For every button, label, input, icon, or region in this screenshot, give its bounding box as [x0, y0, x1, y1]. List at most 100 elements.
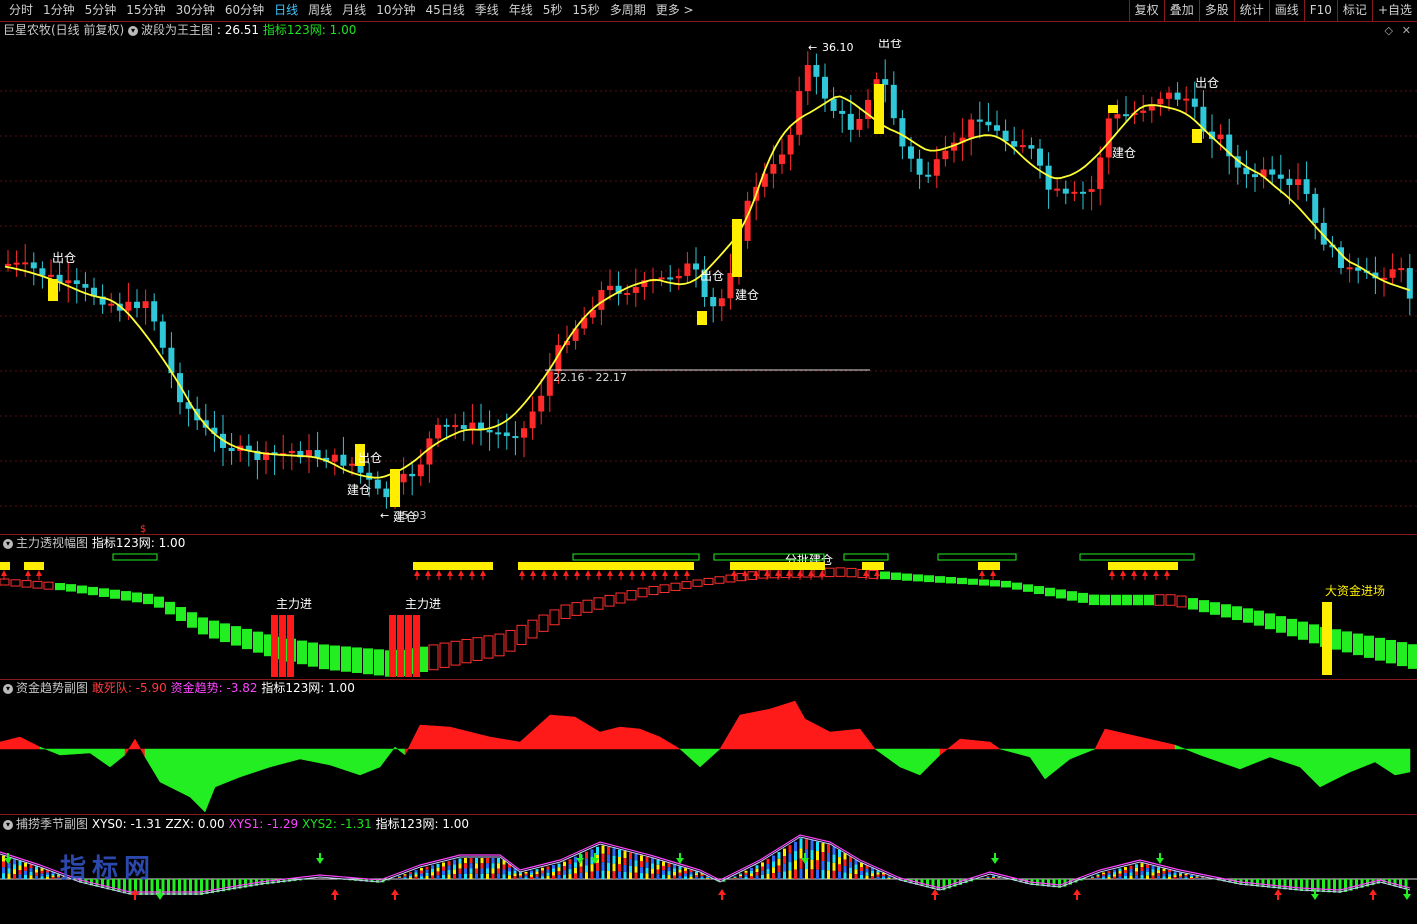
trend-block	[1045, 587, 1055, 597]
tool-button[interactable]: +自选	[1371, 0, 1417, 21]
tool-button[interactable]: F10	[1303, 0, 1337, 21]
candle-body	[822, 76, 828, 99]
close-icon[interactable]: ✕	[1402, 24, 1411, 37]
fund-area	[1394, 748, 1411, 776]
season-bar	[612, 855, 616, 864]
candle-body	[1312, 193, 1319, 223]
candle-body	[1217, 134, 1224, 140]
season-bar	[579, 866, 583, 873]
trend-block	[1243, 608, 1253, 623]
season-bar	[882, 877, 885, 879]
panel2-toggle-icon[interactable]: ▾	[3, 538, 13, 549]
signal-strip	[24, 562, 44, 570]
season-bar	[739, 873, 742, 875]
period-tab[interactable]: 30分钟	[171, 0, 220, 21]
period-tab[interactable]: 1分钟	[38, 0, 80, 21]
trend-block	[220, 623, 230, 643]
period-tab[interactable]: 更多 >	[651, 0, 699, 21]
season-bar	[733, 878, 737, 879]
candle-body	[426, 438, 433, 465]
zhulijin-label: 主力进	[405, 597, 441, 611]
season-bar	[772, 855, 775, 862]
season-bar	[1190, 878, 1193, 879]
tool-button[interactable]: 画线	[1268, 0, 1304, 21]
season-bar	[623, 872, 627, 879]
tool-button[interactable]: 叠加	[1163, 0, 1199, 21]
main-kline-chart[interactable]: 出仓出仓建仓建仓出仓建仓出仓建仓出仓36.10←15.93←22.16 - 22…	[0, 39, 1417, 534]
season-bar	[46, 874, 49, 877]
period-tab[interactable]: 年线	[504, 0, 538, 21]
tool-button[interactable]: 复权	[1128, 0, 1164, 21]
season-bar	[777, 858, 781, 866]
indicator-toggle-icon[interactable]: ▾	[128, 25, 139, 36]
fund-area	[1199, 748, 1241, 770]
panel4-chart[interactable]	[0, 833, 1417, 924]
trend-block	[1100, 594, 1110, 606]
tool-button[interactable]: 统计	[1233, 0, 1269, 21]
season-bar	[1283, 879, 1287, 890]
season-bar	[513, 876, 517, 879]
period-tab[interactable]: 日线	[269, 0, 303, 21]
season-bar	[777, 865, 781, 873]
panel2-title[interactable]: 主力透视幅图	[16, 536, 88, 550]
season-bar	[733, 876, 737, 877]
fund-area	[719, 714, 741, 750]
candle-body	[417, 464, 424, 477]
period-tab[interactable]: 45日线	[420, 0, 469, 21]
trend-block	[637, 587, 648, 598]
season-bar	[788, 870, 792, 879]
panel3-title[interactable]: 资金趋势副图	[16, 681, 88, 695]
season-bar	[414, 870, 418, 873]
season-bar	[1327, 879, 1331, 893]
period-tab[interactable]: 月线	[337, 0, 371, 21]
season-bar	[640, 855, 643, 862]
season-bar	[469, 863, 473, 869]
main-force-bar	[413, 615, 420, 677]
panel2-chart[interactable]: 主力进 主力进大资金进场分批建仓	[0, 552, 1417, 679]
trend-block	[1188, 598, 1198, 610]
trend-block	[979, 579, 989, 586]
season-bar	[700, 877, 704, 879]
season-bar	[552, 868, 555, 872]
tool-buttons: 复权 叠加 多股 统计 画线 F10 标记 +自选	[1128, 0, 1417, 21]
diamond-icon[interactable]: ◇	[1385, 24, 1393, 37]
season-bar	[1118, 873, 1122, 877]
down-arrow-icon	[991, 858, 999, 864]
season-bar	[865, 875, 869, 879]
signal-bar	[390, 469, 400, 507]
chucang-label: 出仓	[700, 269, 724, 283]
season-bar	[1113, 869, 1116, 873]
period-tab[interactable]: 多周期	[605, 0, 651, 21]
period-tab[interactable]: 5分钟	[80, 0, 122, 21]
period-tab[interactable]: 分时	[4, 0, 38, 21]
period-tab[interactable]: 季线	[470, 0, 504, 21]
tool-button[interactable]: 标记	[1336, 0, 1372, 21]
season-bar	[662, 865, 665, 871]
period-tab[interactable]: 周线	[303, 0, 337, 21]
panel4-title[interactable]: 捕捞季节副图	[16, 817, 88, 831]
trend-block	[121, 591, 131, 601]
panel4-zzx: ZZX: 0.00	[165, 817, 225, 831]
period-tab[interactable]: 15秒	[567, 0, 604, 21]
panel3-label1: 敢死队: -5.90	[91, 681, 167, 695]
candle-body	[331, 454, 338, 462]
panel4-toggle-icon[interactable]: ▾	[3, 819, 13, 830]
period-tab[interactable]: 60分钟	[220, 0, 269, 21]
season-bar	[590, 871, 594, 879]
indicator-name[interactable]: 波段为王主图	[141, 23, 213, 37]
stock-name[interactable]: 巨星农牧(日线 前复权)	[0, 23, 124, 37]
period-tab[interactable]: 5秒	[538, 0, 568, 21]
season-bar	[1107, 871, 1111, 874]
season-bar	[673, 868, 676, 872]
tool-button[interactable]: 多股	[1198, 0, 1234, 21]
period-tab[interactable]: 15分钟	[121, 0, 170, 21]
candle-body	[30, 262, 37, 269]
panel3-chart[interactable]	[0, 697, 1417, 814]
season-bar	[783, 856, 786, 864]
season-bar	[1118, 876, 1122, 879]
season-bar	[887, 877, 891, 879]
fund-area	[1269, 748, 1301, 768]
period-tab[interactable]: 10分钟	[371, 0, 420, 21]
season-bar	[491, 858, 495, 864]
panel3-toggle-icon[interactable]: ▾	[3, 683, 13, 694]
